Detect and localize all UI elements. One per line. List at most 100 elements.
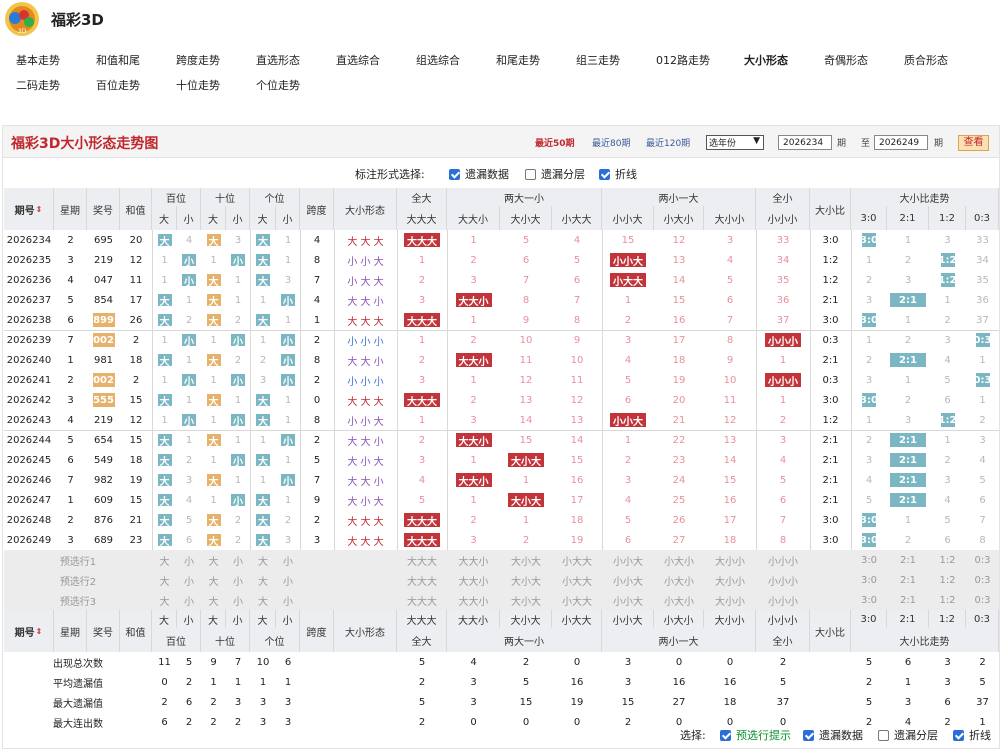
preselect-option[interactable]: 大小大 xyxy=(500,570,552,590)
preselect-option[interactable]: 3:0 xyxy=(851,550,887,570)
preselect-option[interactable]: 0:3 xyxy=(966,550,999,570)
preselect-option[interactable]: 小小大 xyxy=(602,550,654,570)
nav-item[interactable]: 和尾走势 xyxy=(496,52,540,68)
option-polyline[interactable]: 折线 xyxy=(599,166,637,182)
nav-item[interactable]: 012路走势 xyxy=(656,52,710,68)
preselect-option[interactable]: 大小小 xyxy=(704,590,756,610)
preselect-option[interactable]: 小大大 xyxy=(552,590,602,610)
stat-value: 2 xyxy=(418,676,426,688)
option-preselect-hint[interactable]: 预选行提示 xyxy=(720,727,791,743)
period-link-80[interactable]: 最近80期 xyxy=(592,136,630,149)
checkbox-unchecked-icon[interactable] xyxy=(878,729,889,741)
nav-item[interactable]: 基本走势 xyxy=(16,52,60,68)
to-period-input[interactable] xyxy=(874,135,928,150)
preselect-option[interactable]: 3:0 xyxy=(851,570,887,590)
checkbox-checked-icon[interactable] xyxy=(953,729,964,741)
nav-item[interactable]: 组三走势 xyxy=(576,52,620,68)
app-header: 3D 福彩3D xyxy=(0,0,1004,40)
checkbox-unchecked-icon[interactable] xyxy=(525,168,536,180)
preselect-option[interactable]: 小 xyxy=(276,590,300,610)
nav-item[interactable]: 跨度走势 xyxy=(176,52,220,68)
preselect-option[interactable]: 大大大 xyxy=(397,550,447,570)
period-footer[interactable]: 期号 ⇕ xyxy=(4,610,54,652)
option-omission-layer[interactable]: 遗漏分层 xyxy=(525,166,585,182)
preselect-option[interactable]: 小大小 xyxy=(654,550,704,570)
preselect-option[interactable]: 大 xyxy=(201,590,226,610)
preselect-option[interactable]: 大大大 xyxy=(397,570,447,590)
preselect-option[interactable]: 小小小 xyxy=(756,550,810,570)
preselect-option[interactable]: 大 xyxy=(250,550,276,570)
trend-omission-cell: 36 xyxy=(976,294,989,306)
query-button[interactable]: 查看 xyxy=(958,135,989,151)
preselect-option[interactable]: 1:2 xyxy=(929,590,966,610)
preselect-option[interactable]: 大 xyxy=(152,590,177,610)
preselect-option[interactable]: 1:2 xyxy=(929,570,966,590)
preselect-option[interactable]: 0:3 xyxy=(966,570,999,590)
nav-item[interactable]: 百位走势 xyxy=(96,77,140,93)
preselect-option[interactable]: 小大大 xyxy=(552,550,602,570)
checkbox-checked-icon[interactable] xyxy=(803,729,814,741)
preselect-option[interactable]: 大小小 xyxy=(704,550,756,570)
checkbox-checked-icon[interactable] xyxy=(449,168,460,180)
shape-text: 大 小 大 xyxy=(347,496,384,508)
shape-omission-cell: 7 xyxy=(726,314,734,326)
preselect-option[interactable]: 小小大 xyxy=(602,590,654,610)
preselect-option[interactable]: 小 xyxy=(276,570,300,590)
nav-item[interactable]: 十位走势 xyxy=(176,77,220,93)
option-omission-data[interactable]: 遗漏数据 xyxy=(803,727,863,743)
checkbox-checked-icon[interactable] xyxy=(599,168,610,180)
preselect-option[interactable]: 大小小 xyxy=(704,570,756,590)
preselect-option[interactable]: 小大大 xyxy=(552,570,602,590)
preselect-option[interactable]: 小 xyxy=(177,550,201,570)
preselect-option[interactable]: 大大小 xyxy=(447,570,500,590)
preselect-option[interactable]: 小 xyxy=(226,570,250,590)
checkbox-checked-icon[interactable] xyxy=(720,729,731,741)
option-omission-data[interactable]: 遗漏数据 xyxy=(449,166,509,182)
year-select[interactable]: 选年份 ▼ xyxy=(706,135,764,150)
preselect-option[interactable]: 小小小 xyxy=(756,570,810,590)
preselect-option[interactable]: 小大小 xyxy=(654,590,704,610)
nav-item[interactable]: 个位走势 xyxy=(256,77,300,93)
period-link-50[interactable]: 最近50期 xyxy=(535,136,575,149)
option-polyline[interactable]: 折线 xyxy=(953,727,991,743)
preselect-option[interactable]: 大 xyxy=(152,570,177,590)
from-period-input[interactable] xyxy=(778,135,832,150)
nav-item[interactable]: 二码走势 xyxy=(16,77,60,93)
preselect-option[interactable]: 大 xyxy=(250,570,276,590)
preselect-option[interactable]: 2:1 xyxy=(887,590,929,610)
preselect-option[interactable]: 大 xyxy=(201,570,226,590)
preselect-option[interactable]: 小 xyxy=(177,570,201,590)
preselect-option[interactable]: 大 xyxy=(250,590,276,610)
preselect-option[interactable]: 大大大 xyxy=(397,590,447,610)
preselect-option[interactable]: 大大小 xyxy=(447,550,500,570)
period-header[interactable]: 期号 ⇕ xyxy=(4,188,54,230)
ge-omission-cell: 2 xyxy=(284,514,292,526)
option-omission-layer[interactable]: 遗漏分层 xyxy=(878,727,938,743)
preselect-option[interactable]: 小 xyxy=(226,590,250,610)
preselect-option[interactable]: 大 xyxy=(152,550,177,570)
period-link-120[interactable]: 最近120期 xyxy=(646,136,690,149)
nav-item[interactable]: 质合形态 xyxy=(904,52,948,68)
span-cell: 8 xyxy=(313,254,321,266)
nav-item[interactable]: 组选综合 xyxy=(416,52,460,68)
nav-item[interactable]: 直选综合 xyxy=(336,52,380,68)
preselect-option[interactable]: 大小大 xyxy=(500,590,552,610)
preselect-option[interactable]: 2:1 xyxy=(887,550,929,570)
preselect-option[interactable]: 大大小 xyxy=(447,590,500,610)
nav-item[interactable]: 奇偶形态 xyxy=(824,52,868,68)
preselect-option[interactable]: 0:3 xyxy=(966,590,999,610)
nav-item[interactable]: 大小形态 xyxy=(744,52,788,68)
preselect-option[interactable]: 小大小 xyxy=(654,570,704,590)
nav-item[interactable]: 直选形态 xyxy=(256,52,300,68)
preselect-option[interactable]: 小小大 xyxy=(602,570,654,590)
preselect-option[interactable]: 3:0 xyxy=(851,590,887,610)
nav-item[interactable]: 和值和尾 xyxy=(96,52,140,68)
preselect-option[interactable]: 大小大 xyxy=(500,550,552,570)
preselect-option[interactable]: 大 xyxy=(201,550,226,570)
preselect-option[interactable]: 1:2 xyxy=(929,550,966,570)
preselect-option[interactable]: 小 xyxy=(177,590,201,610)
preselect-option[interactable]: 小 xyxy=(226,550,250,570)
preselect-option[interactable]: 2:1 xyxy=(887,570,929,590)
preselect-option[interactable]: 小小小 xyxy=(756,590,810,610)
preselect-option[interactable]: 小 xyxy=(276,550,300,570)
